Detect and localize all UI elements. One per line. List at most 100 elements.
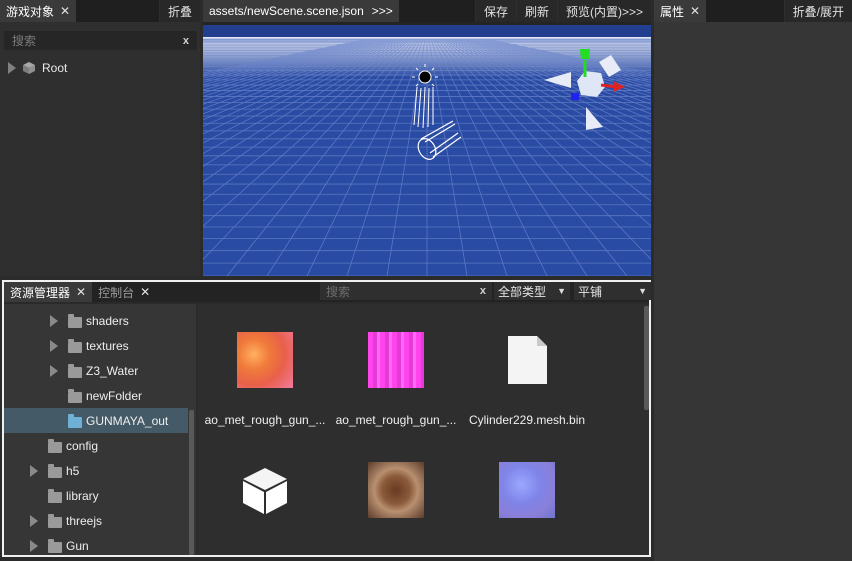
folder-label: library xyxy=(66,489,99,503)
preview-button[interactable]: 预览(内置)>>> xyxy=(556,0,651,22)
folder-icon xyxy=(48,514,62,528)
orange-texture-icon xyxy=(237,332,293,388)
tab-asset-manager[interactable]: 资源管理器 ✕ xyxy=(4,282,93,302)
folder-label: Gun xyxy=(66,539,89,553)
cube-icon xyxy=(23,62,35,74)
brown-texture-icon xyxy=(368,462,424,518)
tab-asset-manager-label: 资源管理器 xyxy=(10,285,71,300)
hierarchy-panel: 游戏对象 ✕ 折叠 搜索 x Root xyxy=(0,0,200,276)
folder-label: Z3_Water xyxy=(86,364,139,378)
magenta-texture-icon xyxy=(368,332,424,388)
tree-item-root[interactable]: Root xyxy=(8,61,67,75)
sky xyxy=(203,25,651,39)
search-placeholder: 搜索 xyxy=(12,34,37,48)
folder-label: GUNMAYA_out xyxy=(86,414,169,428)
asset-item[interactable]: ao_met_rough_gun_... xyxy=(204,332,326,427)
folder-label: h5 xyxy=(66,464,80,478)
expand-arrow-icon[interactable] xyxy=(8,62,16,74)
folder-item-h5[interactable]: h5 xyxy=(4,458,188,483)
file-icon xyxy=(499,332,555,388)
asset-label: Cylinder229.mesh.bin xyxy=(468,413,586,427)
hierarchy-search-input[interactable]: 搜索 x xyxy=(4,31,197,50)
search-placeholder: 搜索 xyxy=(326,284,351,299)
cube-prefab-icon xyxy=(237,462,293,518)
tab-scene-more[interactable]: >>> xyxy=(372,4,393,18)
folder-icon xyxy=(68,339,82,353)
asset-manager-panel: 资源管理器 ✕ 控制台 ✕ 搜索 x 全部类型 ▼ 平铺 ▼ shaders t… xyxy=(2,280,651,557)
tab-console[interactable]: 控制台 ✕ xyxy=(92,282,156,302)
folder-icon xyxy=(48,464,62,478)
tab-properties-label: 属性 xyxy=(660,4,685,19)
expand-arrow-icon[interactable] xyxy=(30,539,38,552)
view-mode-select[interactable]: 平铺 ▼ xyxy=(574,282,651,300)
chevron-down-icon: ▼ xyxy=(638,286,647,296)
folder-label: config xyxy=(66,439,99,453)
chevron-down-icon: ▼ xyxy=(557,286,566,296)
normal-map-icon xyxy=(499,462,555,518)
refresh-button[interactable]: 刷新 xyxy=(515,0,557,22)
tab-console-label: 控制台 xyxy=(98,285,135,300)
tab-hierarchy-label: 游戏对象 xyxy=(6,4,55,19)
folder-item-threejs[interactable]: threejs xyxy=(4,508,188,533)
folder-label: shaders xyxy=(86,314,129,328)
collapse-expand-button[interactable]: 折叠/展开 xyxy=(783,0,852,22)
folder-icon xyxy=(48,439,62,453)
expand-arrow-icon[interactable] xyxy=(30,464,38,477)
tab-scene[interactable]: assets/newScene.scene.json >>> xyxy=(203,0,399,22)
folder-item-shaders[interactable]: shaders xyxy=(4,308,188,333)
close-icon[interactable]: ✕ xyxy=(60,4,70,18)
folder-icon xyxy=(68,364,82,378)
folder-item-newfolder[interactable]: newFolder xyxy=(4,383,188,408)
folder-item-config[interactable]: config xyxy=(4,433,188,458)
folder-item-gun[interactable]: Gun xyxy=(4,533,188,555)
save-button[interactable]: 保存 xyxy=(474,0,516,22)
folder-icon xyxy=(48,489,62,503)
folder-label: textures xyxy=(86,339,129,353)
asset-item[interactable] xyxy=(204,462,326,543)
folder-tree-scrollbar[interactable] xyxy=(189,410,194,555)
asset-search-input[interactable]: 搜索 x xyxy=(320,282,492,300)
scene-canvas[interactable] xyxy=(203,25,651,276)
collapse-button[interactable]: 折叠 xyxy=(158,0,200,22)
scene-viewport[interactable] xyxy=(203,25,651,276)
folder-label: threejs xyxy=(66,514,103,528)
folder-icon xyxy=(68,389,82,403)
asset-grid: ao_met_rough_gun_... ao_met_rough_gun_..… xyxy=(197,304,649,555)
folder-item-textures[interactable]: textures xyxy=(4,333,188,358)
scene-tabbar: assets/newScene.scene.json >>> 保存 刷新 预览(… xyxy=(203,0,651,22)
properties-tabbar: 属性 ✕ 折叠/展开 xyxy=(654,0,852,22)
close-icon[interactable]: ✕ xyxy=(140,285,150,299)
folder-item-z3-water[interactable]: Z3_Water xyxy=(4,358,188,383)
tab-properties[interactable]: 属性 ✕ xyxy=(654,0,707,22)
expand-arrow-icon[interactable] xyxy=(50,314,58,327)
folder-icon xyxy=(68,314,82,328)
view-mode-value: 平铺 xyxy=(578,284,603,299)
asset-item[interactable]: Cylinder229.mesh.bin xyxy=(466,332,588,427)
tab-scene-label: assets/newScene.scene.json xyxy=(209,4,364,18)
asset-label: ao_met_rough_gun_... xyxy=(204,413,326,427)
folder-tree: shaders textures Z3_Water newFolder GUNM… xyxy=(4,304,196,555)
close-icon[interactable]: ✕ xyxy=(690,4,700,18)
folder-item-library[interactable]: library xyxy=(4,483,188,508)
type-filter-value: 全部类型 xyxy=(498,284,547,299)
type-filter-select[interactable]: 全部类型 ▼ xyxy=(494,282,570,300)
scene-panel: assets/newScene.scene.json >>> 保存 刷新 预览(… xyxy=(203,0,651,276)
folder-icon xyxy=(68,414,82,428)
asset-item[interactable] xyxy=(335,462,457,543)
expand-arrow-icon[interactable] xyxy=(50,339,58,352)
properties-panel: 属性 ✕ 折叠/展开 xyxy=(654,0,852,561)
expand-arrow-icon[interactable] xyxy=(50,364,58,377)
tab-hierarchy[interactable]: 游戏对象 ✕ xyxy=(0,0,77,22)
asset-grid-scrollbar[interactable] xyxy=(644,306,649,410)
folder-label: newFolder xyxy=(86,389,143,403)
clear-search-icon[interactable]: x xyxy=(183,35,189,47)
tree-item-label: Root xyxy=(42,61,68,75)
folder-item-gunmaya-out[interactable]: GUNMAYA_out xyxy=(4,408,188,433)
expand-arrow-icon[interactable] xyxy=(30,514,38,527)
asset-label: ao_met_rough_gun_... xyxy=(335,413,457,427)
asset-item[interactable]: ao_met_rough_gun_... xyxy=(335,332,457,427)
close-icon[interactable]: ✕ xyxy=(76,285,86,299)
asset-item[interactable] xyxy=(466,462,588,543)
folder-icon xyxy=(48,539,62,553)
clear-search-icon[interactable]: x xyxy=(480,285,486,297)
